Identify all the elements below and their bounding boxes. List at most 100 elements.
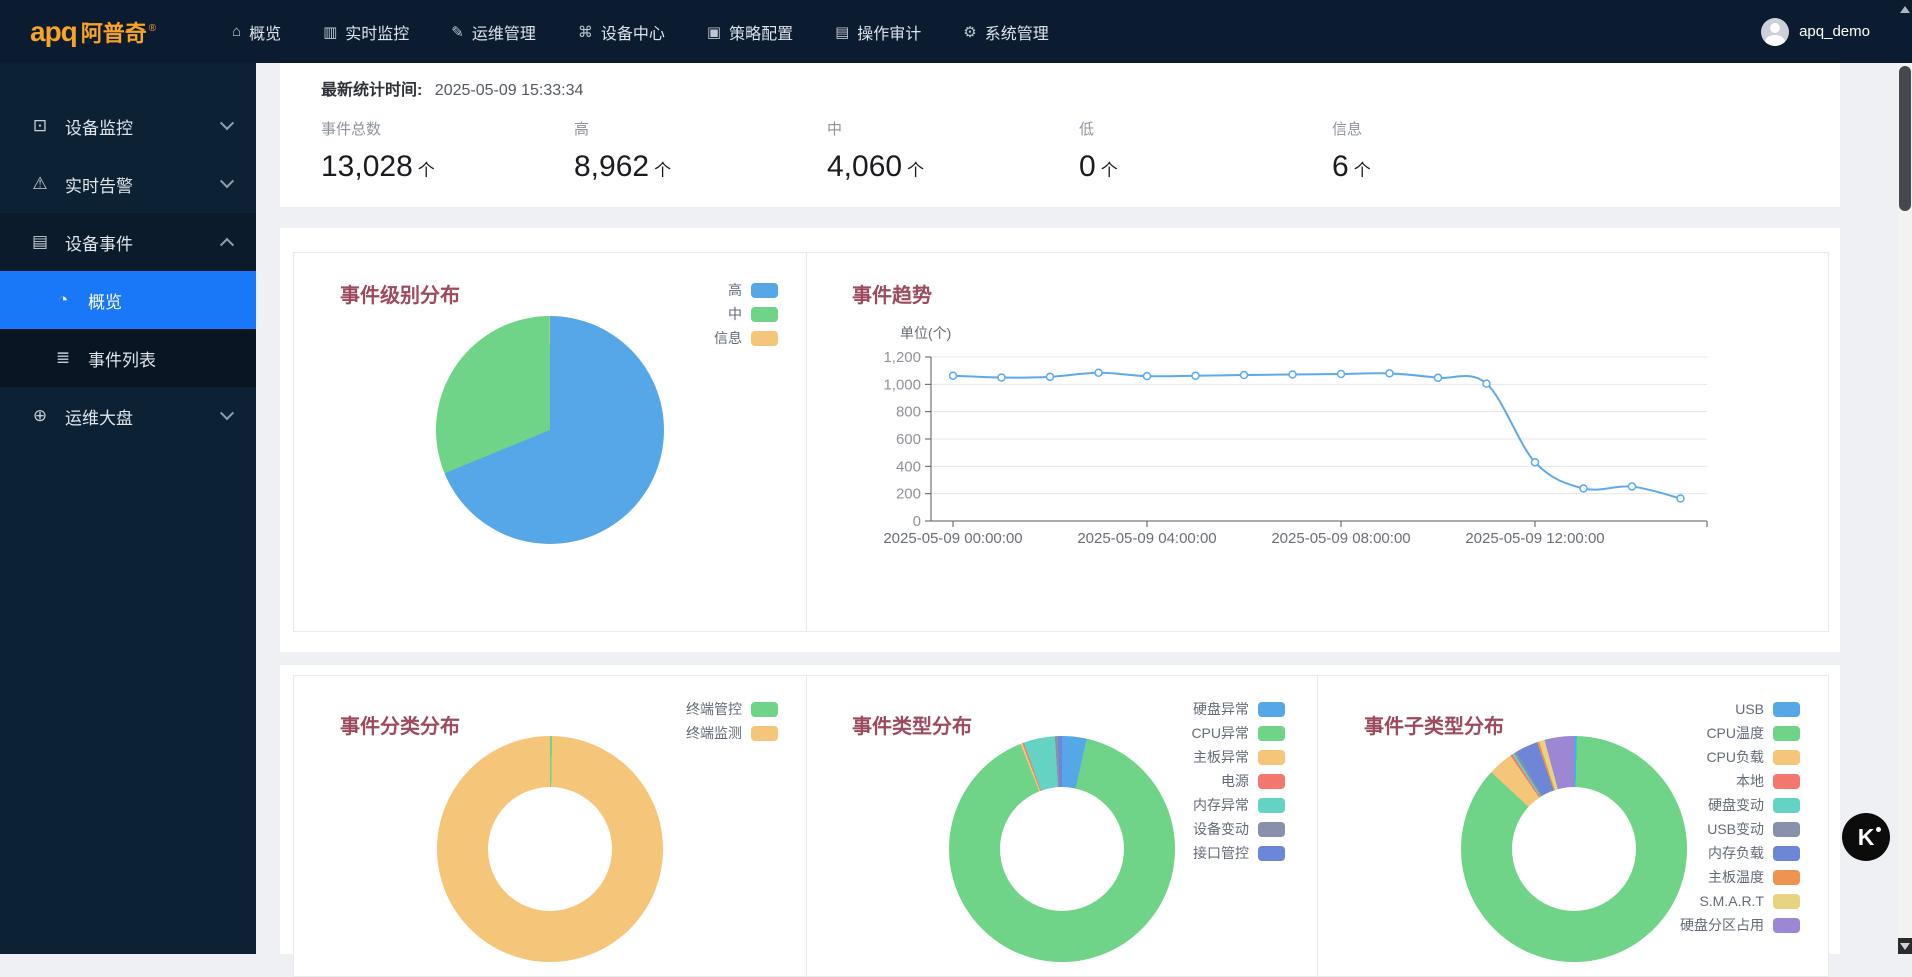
chevron-down-icon [220, 116, 234, 130]
svg-text:2025-05-09 12:00:00: 2025-05-09 12:00:00 [1465, 530, 1604, 547]
nav-item-policy-config[interactable]: ▣策略配置 [707, 0, 793, 63]
nav-item-overview[interactable]: ⌂概览 [232, 0, 281, 63]
legend-item[interactable]: 内存异常 [1191, 793, 1285, 817]
legend-item[interactable]: 设备变动 [1191, 817, 1285, 841]
registered-mark: ® [149, 23, 156, 34]
k-button-label: K [1858, 824, 1875, 851]
svg-text:2025-05-09 04:00:00: 2025-05-09 04:00:00 [1077, 530, 1216, 547]
nav-item-label: 操作审计 [857, 20, 921, 44]
legend-swatch [1258, 750, 1285, 765]
trend-data-point [1289, 371, 1296, 378]
brand-logo-cn: 阿普奇 [81, 16, 147, 48]
chart-title-event-subtype: 事件子类型分布 [1364, 710, 1504, 739]
nav-item-label: 设备中心 [601, 20, 665, 44]
legend-label: 接口管控 [1193, 843, 1249, 863]
legend-item[interactable]: 信息 [714, 326, 778, 350]
legend-item[interactable]: 中 [714, 302, 778, 326]
legend-item[interactable]: S.M.A.R.T [1680, 889, 1800, 913]
legend-swatch [751, 283, 778, 298]
legend-label: USB变动 [1707, 819, 1764, 839]
stat-low: 低0个 [1079, 118, 1118, 184]
sidebar-item-overview[interactable]: ◔概览 [0, 271, 256, 329]
legend-swatch [1773, 894, 1800, 909]
scroll-down-arrow-icon [1900, 943, 1910, 950]
legend-swatch [1773, 702, 1800, 717]
donut-hole [1000, 787, 1124, 911]
trend-data-point [1241, 372, 1248, 379]
stat-number: 4,060 [827, 150, 902, 183]
floating-k-button[interactable]: K [1842, 813, 1890, 861]
legend-item[interactable]: 高 [714, 278, 778, 302]
stat-value: 4,060个 [827, 150, 924, 184]
legend-label: 硬盘变动 [1708, 795, 1764, 815]
legend-item[interactable]: USB [1680, 697, 1800, 721]
sidebar-item-event-list[interactable]: ≣事件列表 [0, 329, 256, 387]
stat-number: 13,028 [321, 150, 413, 183]
legend-item[interactable]: 硬盘变动 [1680, 793, 1800, 817]
primary-nav: ⌂概览 ▥实时监控 ✎运维管理 ⌘设备中心 ▣策略配置 ▤操作审计 ⚙系统管理 [232, 0, 1049, 63]
nav-item-ops-management[interactable]: ✎运维管理 [451, 0, 536, 63]
nav-item-realtime-monitor[interactable]: ▥实时监控 [323, 0, 409, 63]
nav-item-device-center[interactable]: ⌘设备中心 [578, 0, 665, 63]
legend-swatch [1773, 822, 1800, 837]
home-icon: ⌂ [232, 23, 241, 40]
chart-title-event-type: 事件类型分布 [852, 710, 972, 739]
legend-item[interactable]: 硬盘异常 [1191, 697, 1285, 721]
legend-swatch [1258, 726, 1285, 741]
screen-icon: ⊡ [30, 116, 50, 136]
scrollbar[interactable] [1898, 0, 1912, 954]
legend-item[interactable]: 终端监测 [686, 721, 778, 745]
event-category-donut-chart [437, 736, 663, 962]
sidebar-item-device-monitor[interactable]: ⊡设备监控 [0, 97, 256, 155]
stat-unit: 个 [1354, 161, 1371, 180]
legend-item[interactable]: CPU异常 [1191, 721, 1285, 745]
panel-event-type-distribution: 事件类型分布 硬盘异常 CPU异常主板异常电源内存异常设备变动接口管控 [806, 676, 1318, 976]
legend-item[interactable]: 内存负载 [1680, 841, 1800, 865]
event-category-legend: 终端管控终端监测 [686, 697, 778, 745]
stat-value: 6个 [1332, 150, 1371, 184]
legend-label: 本地 [1736, 771, 1764, 791]
legend-item[interactable]: 主板温度 [1680, 865, 1800, 889]
legend-item[interactable]: 本地 [1680, 769, 1800, 793]
brand-logo[interactable]: apq 阿普奇 ® [30, 16, 220, 48]
legend-item[interactable]: CPU温度 [1680, 721, 1800, 745]
legend-swatch [1773, 750, 1800, 765]
sidebar-item-ops-dashboard[interactable]: ⊕运维大盘 [0, 387, 256, 445]
stat-medium: 中4,060个 [827, 118, 924, 184]
legend-item[interactable]: 硬盘分区占用 [1680, 913, 1800, 937]
sidebar-item-realtime-alarm[interactable]: ⚠实时告警 [0, 155, 256, 213]
stats-time-label: 最新统计时间: [321, 82, 422, 99]
legend-item[interactable]: 接口管控 [1191, 841, 1285, 865]
svg-text:400: 400 [896, 458, 921, 475]
scrollbar-up-button[interactable] [1898, 0, 1912, 63]
legend-label: USB [1735, 701, 1764, 717]
stat-value: 8,962个 [574, 150, 671, 184]
legend-swatch [1773, 798, 1800, 813]
nav-item-system-management[interactable]: ⚙系统管理 [963, 0, 1048, 63]
legend-label: 硬盘异常 [1193, 699, 1249, 719]
legend-item[interactable]: 电源 [1191, 769, 1285, 793]
legend-item[interactable]: 主板异常 [1191, 745, 1285, 769]
chevron-up-icon [220, 238, 234, 252]
legend-item[interactable]: USB变动 [1680, 817, 1800, 841]
legend-label: 设备变动 [1193, 819, 1249, 839]
trend-data-point [1532, 459, 1539, 466]
chevron-down-icon [220, 174, 234, 188]
sidebar-item-label: 实时告警 [65, 172, 133, 197]
globe-icon: ⊕ [30, 406, 50, 426]
sidebar-item-device-event[interactable]: ▤设备事件 [0, 213, 256, 271]
legend-item[interactable]: 终端管控 [686, 697, 778, 721]
legend-swatch [751, 307, 778, 322]
brand-logo-text: apq [30, 16, 77, 48]
legend-item[interactable]: CPU负载 [1680, 745, 1800, 769]
scrollbar-down-button[interactable] [1898, 938, 1912, 954]
svg-text:1,200: 1,200 [883, 349, 921, 366]
user-menu[interactable]: apq_demo [1761, 18, 1870, 46]
scrollbar-thumb[interactable] [1899, 66, 1911, 211]
scroll-up-arrow-icon [1900, 6, 1910, 13]
trend-data-point [950, 372, 957, 379]
trend-data-point [1435, 374, 1442, 381]
nav-item-operation-audit[interactable]: ▤操作审计 [835, 0, 921, 63]
svg-text:1,000: 1,000 [883, 376, 921, 393]
legend-label: CPU异常 [1191, 723, 1249, 743]
